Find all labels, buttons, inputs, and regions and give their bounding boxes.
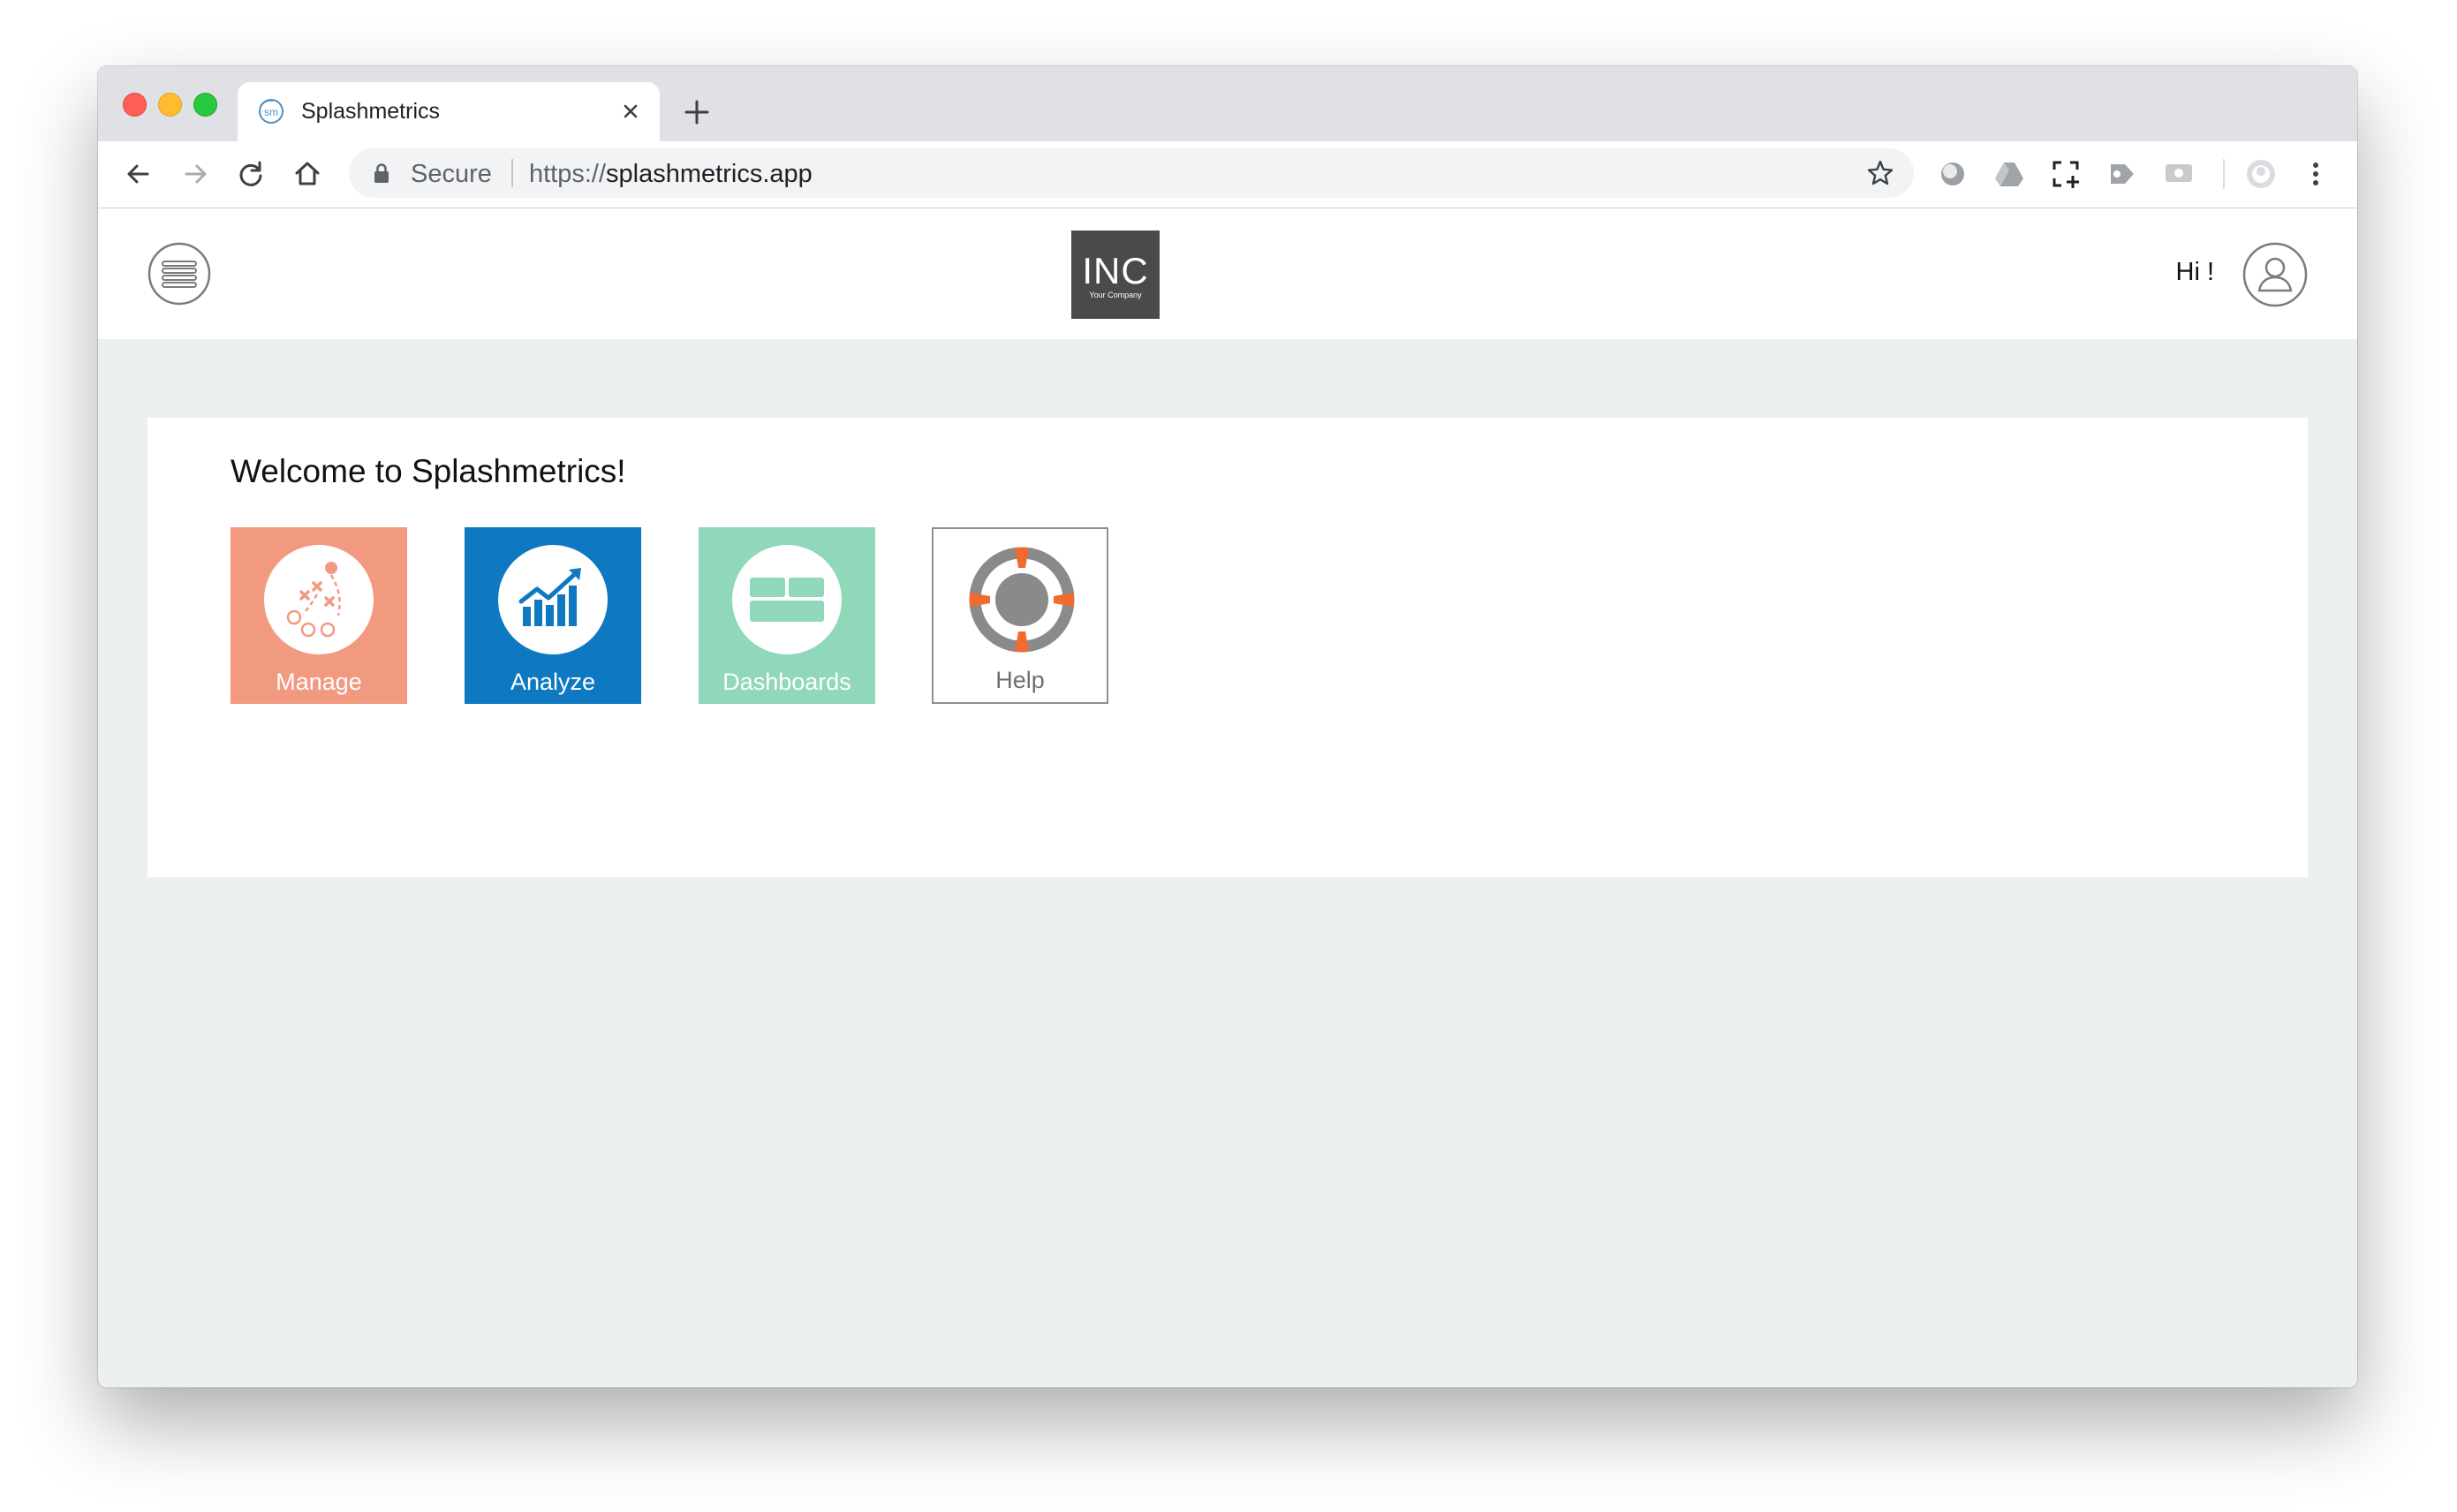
url-scheme: https:// xyxy=(529,160,607,188)
security-label: Secure xyxy=(411,160,492,188)
app-header: INC Your Company Hi ! xyxy=(98,208,2357,339)
close-tab-icon[interactable] xyxy=(616,96,646,126)
manage-tile[interactable]: Manage xyxy=(231,527,407,704)
help-label: Help xyxy=(995,667,1045,693)
more-options-icon[interactable] xyxy=(2299,157,2332,191)
extension-circle-icon[interactable] xyxy=(1936,157,1969,191)
tab-strip: sm Splashmetrics xyxy=(98,66,2357,141)
user-avatar-icon[interactable] xyxy=(2242,242,2308,307)
lifebuoy-icon xyxy=(969,547,1075,653)
dashboards-label: Dashboards xyxy=(722,669,851,695)
company-logo[interactable]: INC Your Company xyxy=(1071,231,1160,319)
hamburger-menu-icon[interactable] xyxy=(147,242,211,306)
minimize-window-button[interactable] xyxy=(158,93,182,117)
bookmark-star-icon[interactable] xyxy=(1864,157,1896,189)
page-viewport: INC Your Company Hi ! Welcome to Splashm… xyxy=(98,208,2357,1387)
logo-sub-text: Your Company xyxy=(1089,291,1142,299)
profile-icon[interactable] xyxy=(2244,157,2278,191)
manage-label: Manage xyxy=(276,669,362,695)
address-divider xyxy=(511,159,513,187)
google-drive-icon[interactable] xyxy=(1992,157,2026,191)
dashboards-tile[interactable]: Dashboards xyxy=(699,527,875,704)
tab-title: Splashmetrics xyxy=(301,99,440,124)
page-title: Welcome to Splashmetrics! xyxy=(231,453,626,489)
home-icon[interactable] xyxy=(290,156,325,192)
browser-toolbar: Secure https://splashmetrics.app xyxy=(98,141,2357,208)
maximize-window-button[interactable] xyxy=(193,93,217,117)
close-window-button[interactable] xyxy=(123,93,147,117)
back-icon[interactable] xyxy=(121,156,156,192)
analyze-label: Analyze xyxy=(510,669,596,695)
dashboards-icon-circle xyxy=(732,545,842,654)
logo-main-text: INC xyxy=(1082,250,1149,291)
forward-icon[interactable] xyxy=(178,156,213,192)
manage-icon-circle xyxy=(264,545,374,654)
screenshot-capture-icon[interactable] xyxy=(2049,157,2083,191)
welcome-card: Welcome to Splashmetrics! Manage Analyze… xyxy=(147,418,2308,877)
strategy-play-icon xyxy=(286,562,341,638)
browser-window: sm Splashmetrics Secure https://splashme… xyxy=(98,66,2357,1387)
extension-screen-icon[interactable] xyxy=(2162,157,2196,191)
splashmetrics-favicon-icon: sm xyxy=(259,99,284,124)
url-text: https://splashmetrics.app xyxy=(529,160,813,189)
tab-splashmetrics[interactable]: sm Splashmetrics xyxy=(238,82,660,141)
url-host: splashmetrics.app xyxy=(606,160,813,188)
lock-icon xyxy=(374,163,389,183)
analyze-icon-circle xyxy=(498,545,608,654)
new-tab-icon[interactable] xyxy=(681,96,713,128)
rising-bar-chart-icon xyxy=(518,568,581,626)
dashboard-panels-icon xyxy=(750,578,824,622)
extension-tag-icon[interactable] xyxy=(2105,157,2139,191)
analyze-tile[interactable]: Analyze xyxy=(465,527,641,704)
help-tile[interactable]: Help xyxy=(932,527,1108,704)
reload-icon[interactable] xyxy=(233,156,268,192)
address-bar[interactable]: Secure https://splashmetrics.app xyxy=(349,148,1914,198)
user-greeting: Hi ! xyxy=(2175,258,2215,286)
toolbar-divider xyxy=(2223,159,2225,189)
favicon-text: sm xyxy=(264,106,278,118)
